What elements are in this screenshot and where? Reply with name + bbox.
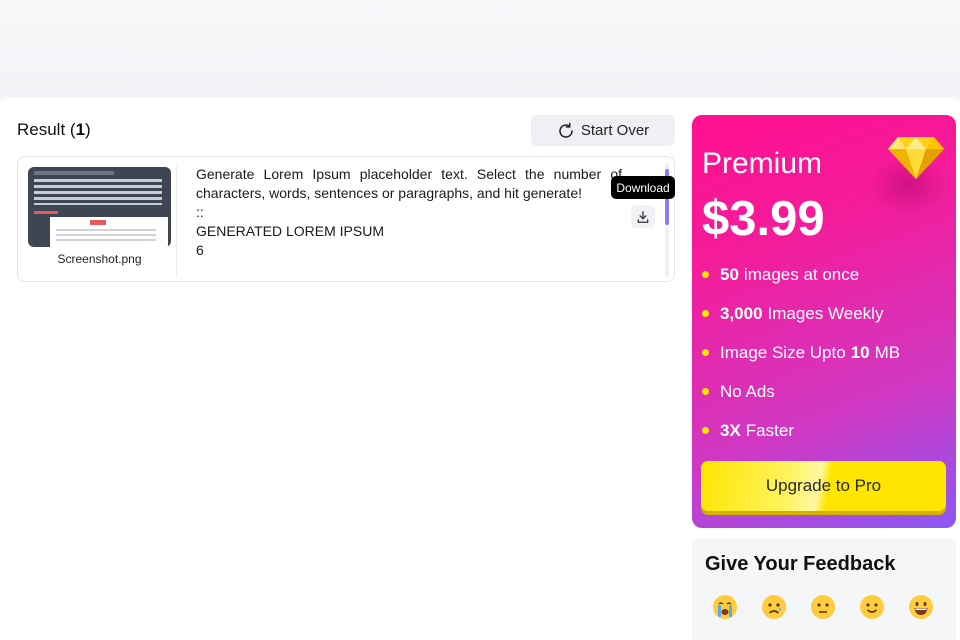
smiling-face-icon[interactable] xyxy=(859,594,885,620)
crying-face-icon[interactable] xyxy=(712,594,738,620)
file-name: Screenshot.png xyxy=(57,252,142,266)
bullet-icon xyxy=(702,349,709,356)
screenshot-thumbnail[interactable] xyxy=(28,167,171,247)
plan-price: $3.99 xyxy=(702,192,825,246)
premium-card: Premium $3.99 50 images at once 3,000 Imag… xyxy=(692,115,956,528)
feedback-panel: Give Your Feedback xyxy=(692,538,956,640)
extracted-number: 6 xyxy=(196,242,204,258)
start-over-label: Start Over xyxy=(580,122,650,139)
feature-item: No Ads xyxy=(702,372,900,411)
extracted-separator: :: xyxy=(196,204,204,220)
feature-item: 50 images at once xyxy=(702,255,900,294)
bullet-icon xyxy=(702,271,709,278)
sad-face-icon[interactable] xyxy=(761,594,787,620)
bullet-icon xyxy=(702,310,709,317)
feedback-emoji-row xyxy=(712,594,934,620)
feedback-title: Give Your Feedback xyxy=(705,553,896,575)
bullet-icon xyxy=(702,388,709,395)
extracted-text[interactable]: Generate Lorem Ipsum placeholder text. S… xyxy=(196,165,622,277)
refresh-icon xyxy=(559,122,573,138)
download-button[interactable] xyxy=(631,205,655,228)
bullet-icon xyxy=(702,427,709,434)
top-band xyxy=(0,0,960,98)
result-count: 1 xyxy=(75,120,86,139)
result-card: Screenshot.png Generate Lorem Ipsum plac… xyxy=(17,156,675,282)
extracted-heading: GENERATED LOREM IPSUM xyxy=(196,223,384,239)
start-over-button[interactable]: Start Over xyxy=(531,115,675,146)
feature-item: Image Size Upto 10 MB xyxy=(702,333,900,372)
extracted-paragraph: Generate Lorem Ipsum placeholder text. S… xyxy=(196,166,622,201)
download-icon xyxy=(637,210,649,223)
plan-title: Premium xyxy=(702,147,823,180)
download-tooltip: Download xyxy=(611,176,675,199)
feature-list: 50 images at once 3,000 Images Weekly Imag… xyxy=(702,255,900,450)
result-title: Result (1) xyxy=(17,120,91,139)
neutral-face-icon[interactable] xyxy=(810,594,836,620)
feature-item: 3X Faster xyxy=(702,411,900,450)
feature-item: 3,000 Images Weekly xyxy=(702,294,900,333)
upgrade-to-pro-button[interactable]: Upgrade to Pro xyxy=(701,461,946,511)
grinning-face-icon[interactable] xyxy=(908,594,934,620)
diamond-icon xyxy=(888,137,944,179)
card-divider xyxy=(176,165,177,277)
